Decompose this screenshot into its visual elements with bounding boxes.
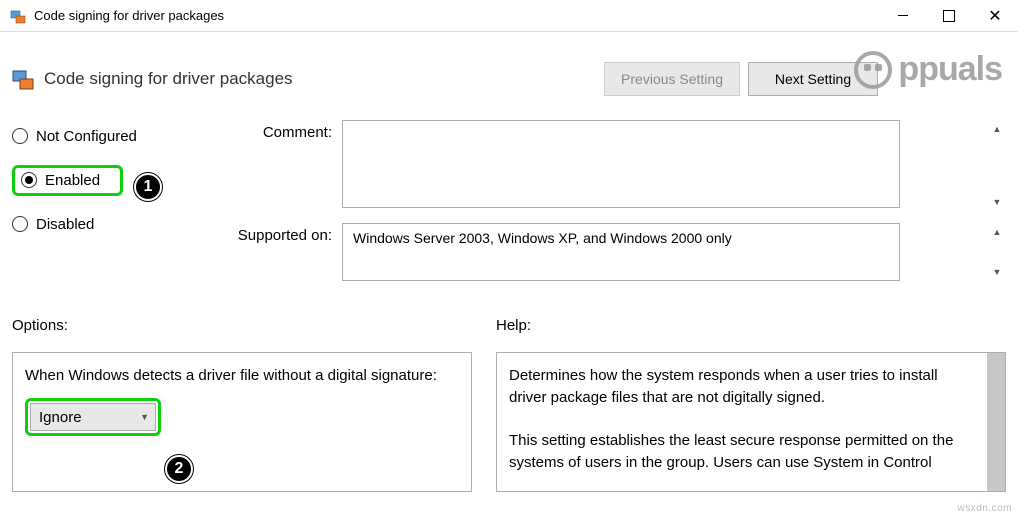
help-column: Help: Determines how the system responds…	[496, 317, 1006, 492]
form-column: Comment: ▲ ▼ Supported on: Windows Serve…	[212, 120, 1006, 293]
comment-row: Comment: ▲ ▼	[212, 120, 1006, 211]
annotation-badge-1: 1	[134, 173, 162, 201]
radio-icon	[21, 172, 37, 188]
signature-behavior-dropdown[interactable]: Ignore ▼	[30, 403, 156, 431]
close-button[interactable]: ✕	[972, 0, 1018, 31]
nav-buttons: Previous Setting Next Setting	[604, 62, 878, 96]
radio-icon	[12, 128, 28, 144]
previous-setting-button: Previous Setting	[604, 62, 740, 96]
scroll-down-icon[interactable]: ▼	[989, 264, 1005, 280]
watermark: ppuals	[854, 50, 1002, 89]
lower-section: Options: When Windows detects a driver f…	[0, 293, 1018, 492]
watermark-face-icon	[854, 51, 892, 89]
annotation-badge-2: 2	[165, 455, 193, 483]
help-label: Help:	[496, 317, 1006, 334]
radio-label: Not Configured	[36, 128, 137, 145]
dropdown-value: Ignore	[39, 409, 82, 426]
watermark-text: ppuals	[898, 50, 1002, 89]
radio-disabled[interactable]: Disabled	[12, 208, 172, 240]
supported-label: Supported on:	[212, 223, 342, 281]
options-text: When Windows detects a driver file witho…	[25, 365, 459, 386]
highlight-box-1: Enabled	[12, 165, 123, 196]
supported-value: Windows Server 2003, Windows XP, and Win…	[342, 223, 900, 281]
titlebar: Code signing for driver packages ✕	[0, 0, 1018, 32]
titlebar-text: Code signing for driver packages	[34, 8, 880, 23]
footer-watermark: wsxdn.com	[957, 503, 1012, 514]
highlight-box-2: Ignore ▼	[25, 398, 161, 436]
comment-wrap: ▲ ▼	[342, 120, 1006, 211]
help-text: Determines how the system responds when …	[509, 365, 993, 474]
scroll-up-icon[interactable]: ▲	[989, 121, 1005, 137]
radio-icon	[12, 216, 28, 232]
comment-input[interactable]	[342, 120, 900, 208]
comment-label: Comment:	[212, 120, 342, 211]
page-title: Code signing for driver packages	[44, 69, 604, 89]
chevron-down-icon: ▼	[140, 412, 149, 422]
gpo-icon	[10, 8, 26, 24]
help-paragraph-1: Determines how the system responds when …	[509, 365, 979, 409]
policy-icon	[12, 68, 34, 90]
radio-label: Disabled	[36, 216, 94, 233]
options-column: Options: When Windows detects a driver f…	[12, 317, 476, 492]
options-box: When Windows detects a driver file witho…	[12, 352, 472, 492]
content: Not Configured Enabled Disabled Comment:…	[0, 120, 1018, 293]
maximize-button[interactable]	[926, 0, 972, 31]
supported-row: Supported on: Windows Server 2003, Windo…	[212, 223, 1006, 281]
radio-group: Not Configured Enabled Disabled	[12, 120, 172, 293]
scroll-up-icon[interactable]: ▲	[989, 224, 1005, 240]
supported-wrap: Windows Server 2003, Windows XP, and Win…	[342, 223, 1006, 281]
minimize-button[interactable]	[880, 0, 926, 31]
options-label: Options:	[12, 317, 476, 334]
radio-not-configured[interactable]: Not Configured	[12, 120, 172, 152]
radio-label: Enabled	[45, 172, 100, 189]
help-paragraph-2: This setting establishes the least secur…	[509, 430, 979, 474]
scrollbar-thumb[interactable]	[987, 353, 1005, 491]
help-box: Determines how the system responds when …	[496, 352, 1006, 492]
scroll-down-icon[interactable]: ▼	[989, 194, 1005, 210]
titlebar-controls: ✕	[880, 0, 1018, 31]
